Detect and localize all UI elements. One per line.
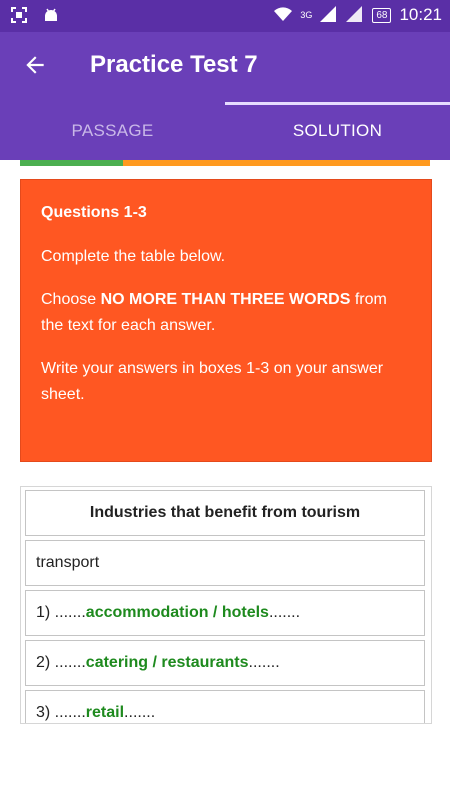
answer-text: retail	[85, 704, 125, 721]
app-bar: Practice Test 7	[0, 32, 450, 102]
arrow-left-icon	[22, 52, 48, 83]
row-suffix: .......	[248, 654, 280, 671]
tab-solution[interactable]: SOLUTION	[225, 102, 450, 160]
network-type: 3G	[300, 10, 313, 20]
battery-level: 68	[372, 7, 392, 23]
signal-icon	[320, 6, 338, 24]
table-row-transport: transport	[25, 540, 425, 586]
row-prefix: 3) .......	[36, 704, 86, 721]
row-suffix: .......	[268, 604, 301, 621]
questions-title: Questions 1-3	[41, 204, 147, 221]
instruction-word-limit: Choose NO MORE THAN THREE WORDS from the…	[41, 287, 411, 339]
progress-bar	[20, 160, 430, 166]
row-prefix: 1) .......	[36, 604, 86, 621]
progress-fill	[20, 160, 123, 166]
clock: 10:21	[399, 5, 442, 24]
table-row: 1) ....... accommodation / hotels.......	[25, 590, 425, 636]
table-row: 2) ....... catering / restaurants.......	[25, 640, 425, 686]
android-icon	[42, 6, 60, 24]
instruction-word-limit-bold: NO MORE THAN THREE WORDS	[100, 291, 351, 308]
table-row: 3) ....... retail.......	[25, 690, 425, 723]
screenshot-icon	[10, 6, 28, 24]
instruction-word-limit-pre: Choose	[41, 291, 101, 308]
signal-icon-2	[346, 6, 364, 24]
status-bar: 3G 68 10:21	[0, 0, 450, 32]
answer-table: Industries that benefit from tourism tra…	[20, 486, 432, 724]
instruction-complete-table: Complete the table below.	[41, 248, 226, 265]
row-suffix: .......	[124, 704, 156, 721]
tab-bar: PASSAGE SOLUTION	[0, 102, 450, 160]
row-prefix: 2) .......	[36, 654, 86, 671]
instructions-card: Questions 1-3 Complete the table below. …	[20, 179, 432, 462]
instruction-answer-sheet: Write your answers in boxes 1-3 on your …	[41, 360, 384, 403]
table-header: Industries that benefit from tourism	[25, 490, 425, 536]
page-title: Practice Test 7	[90, 51, 258, 78]
back-button[interactable]	[20, 52, 50, 82]
tab-passage[interactable]: PASSAGE	[0, 102, 225, 160]
answer-text: accommodation / hotels	[85, 604, 269, 621]
wifi-icon	[274, 6, 293, 24]
answer-text: catering / restaurants	[85, 654, 249, 671]
